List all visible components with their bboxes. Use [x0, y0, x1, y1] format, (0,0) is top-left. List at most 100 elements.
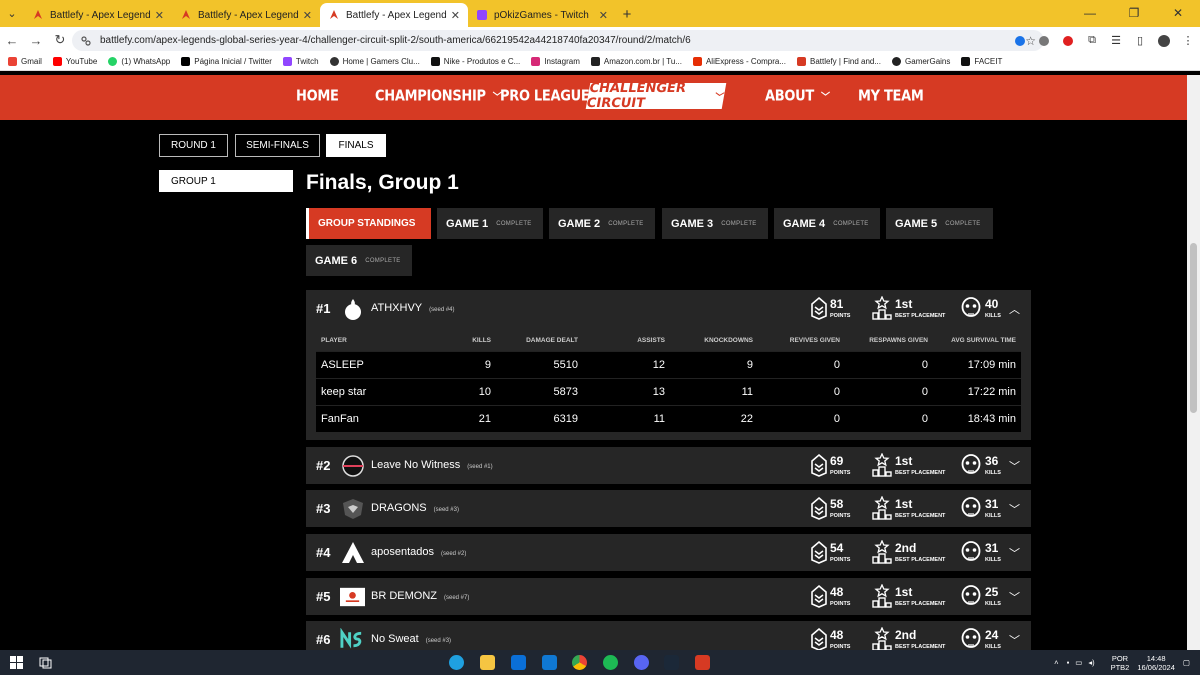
table-header: PLAYER KILLS DAMAGE DEALT ASSISTS KNOCKDOWNS… — [316, 329, 1021, 351]
best-placement-value: 1st — [895, 497, 913, 511]
edge-icon[interactable] — [449, 655, 464, 670]
tab-game-4[interactable]: GAME 4 COMPLETE — [774, 208, 880, 239]
team-row[interactable]: #2 Leave No Witness (seed #1) 69 POINTS 1st BE… — [306, 447, 1031, 484]
reading-list-icon[interactable]: ☰ — [1104, 34, 1128, 47]
reload-icon[interactable]: ↻ — [48, 32, 72, 48]
browser-tab-1[interactable]: Battlefy - Apex Legends Global ✕ — [24, 3, 172, 27]
network-icon[interactable]: ▭ — [1075, 658, 1082, 667]
bookmark-faceit[interactable]: FACEIT — [961, 57, 1002, 66]
nav-home[interactable]: HOME — [296, 88, 339, 105]
nav-my-team[interactable]: MY TEAM — [858, 88, 924, 105]
extension-opera-icon[interactable] — [1056, 35, 1080, 47]
nav-about[interactable]: ABOUT ﹀ — [765, 88, 830, 105]
nav-championship[interactable]: CHAMPIONSHIP ﹀ — [375, 88, 502, 105]
bookmark-twitch[interactable]: Twitch — [282, 57, 319, 66]
chevron-down-icon[interactable]: ﹀ — [1009, 589, 1020, 605]
tab-game-1[interactable]: GAME 1 COMPLETE — [437, 208, 543, 239]
tab-game-6[interactable]: GAME 6 COMPLETE — [306, 245, 412, 276]
bookmark-gamergains[interactable]: GamerGains — [892, 57, 950, 66]
forward-arrow-icon[interactable]: → — [24, 33, 48, 48]
browser-tab-3[interactable]: Battlefy - Apex Legends Global ✕ — [320, 3, 468, 27]
team-row[interactable]: #1 ATHXHVY (seed #4) 81 POINTS 1st BEST PLACEM… — [306, 290, 1031, 327]
file-explorer-icon[interactable] — [480, 655, 495, 670]
bookmark-aliexpress[interactable]: AliExpress - Compra... — [692, 57, 786, 66]
tab-game-5[interactable]: GAME 5 COMPLETE — [886, 208, 993, 239]
spotify-icon[interactable] — [603, 655, 618, 670]
battlefy-favicon-icon — [34, 10, 42, 19]
points-value: 48 — [830, 628, 844, 642]
column-header: KNOCKDOWNS — [704, 337, 753, 344]
tab-status: COMPLETE — [608, 220, 644, 227]
chevron-down-icon[interactable]: ﹀ — [1009, 458, 1020, 474]
back-arrow-icon[interactable]: ← — [0, 33, 24, 48]
nav-challenger-circuit[interactable]: CHALLENGER CIRCUIT ﹀ — [585, 81, 727, 111]
mail-icon[interactable] — [542, 655, 557, 670]
tray-expand-icon[interactable]: ˄ — [1054, 658, 1058, 667]
address-bar[interactable]: battlefy.com/apex-legends-global-series-… — [72, 30, 1044, 51]
browser-tab-2[interactable]: Battlefy - Apex Legends Global ✕ — [172, 3, 320, 27]
close-tab-icon[interactable]: ✕ — [155, 9, 164, 22]
stat-cell: 0 — [921, 413, 928, 425]
scrollbar-thumb[interactable] — [1190, 243, 1197, 413]
bookmark-instagram[interactable]: Instagram — [531, 57, 580, 66]
tab-group-standings[interactable]: GROUP STANDINGS — [306, 208, 431, 239]
round-tab-semi-finals[interactable]: SEMI-FINALS — [235, 134, 320, 157]
close-tab-icon[interactable]: ✕ — [451, 9, 460, 22]
chevron-down-icon[interactable]: ﹀ — [1009, 501, 1020, 517]
tab-label: GAME 3 — [671, 217, 714, 230]
clock[interactable]: 14:48 16/06/2024 — [1137, 654, 1175, 672]
chevron-up-icon[interactable]: ︿ — [1009, 301, 1020, 317]
browser-tab-4[interactable]: pOkizGames - Twitch ✕ — [468, 3, 616, 27]
volume-icon[interactable]: ◂) — [1088, 658, 1094, 667]
steam-icon[interactable] — [664, 655, 679, 670]
bookmark-gmail[interactable]: Gmail — [8, 57, 42, 66]
bookmark-amazon[interactable]: Amazon.com.br | Tu... — [590, 57, 682, 66]
restore-icon[interactable]: ❐ — [1112, 0, 1156, 27]
apex-icon[interactable] — [695, 655, 710, 670]
close-window-icon[interactable]: ✕ — [1156, 0, 1200, 27]
bookmark-battlefy[interactable]: Battlefy | Find and... — [797, 57, 881, 66]
round-tab-finals[interactable]: FINALS — [326, 134, 386, 157]
task-view-icon[interactable] — [38, 655, 53, 670]
notifications-icon[interactable]: ▢ — [1183, 658, 1190, 667]
points-label: POINTS — [830, 557, 851, 563]
extensions-puzzle-icon[interactable]: ⧉ — [1080, 34, 1104, 47]
extension-gray-icon[interactable] — [1032, 35, 1056, 47]
language-indicator[interactable]: POR PTB2 — [1111, 654, 1130, 672]
bookmark-nike[interactable]: Nike - Produtos e C... — [430, 57, 520, 66]
tab-game-2[interactable]: GAME 2 COMPLETE — [549, 208, 655, 239]
round-tab-round-1[interactable]: ROUND 1 — [159, 134, 228, 157]
tray-app-icon[interactable]: ▪ — [1067, 658, 1070, 667]
profile-avatar[interactable] — [1152, 34, 1176, 47]
bookmark-youtube[interactable]: YouTube — [52, 57, 97, 66]
chevron-down-icon[interactable]: ﹀ — [1009, 545, 1020, 561]
windows-start-icon[interactable] — [9, 655, 24, 670]
chevron-down-icon[interactable]: ﹀ — [1009, 632, 1020, 648]
team-row[interactable]: #5 BR DEMONZ (seed #7) 48 POINTS 1st BEST PLAC… — [306, 578, 1031, 615]
close-tab-icon[interactable]: ✕ — [599, 9, 608, 22]
browser-menu-icon[interactable]: ⋮ — [1176, 34, 1200, 47]
group-select[interactable]: GROUP 1 — [159, 170, 293, 192]
extension-blue-icon[interactable] — [1008, 35, 1032, 47]
team-rank: #4 — [316, 545, 331, 560]
bookmark-whatsapp[interactable]: (1) WhatsApp — [108, 57, 170, 66]
new-tab-button[interactable]: + — [616, 3, 638, 27]
chrome-icon[interactable] — [572, 655, 587, 670]
discord-icon[interactable] — [634, 655, 649, 670]
bookmark-gamersclub[interactable]: Home | Gamers Clu... — [329, 57, 420, 66]
tab-game-3[interactable]: GAME 3 COMPLETE — [662, 208, 768, 239]
team-name: BR DEMONZ (seed #7) — [371, 590, 469, 602]
store-icon[interactable] — [511, 655, 526, 670]
page-scrollbar[interactable] — [1187, 75, 1200, 650]
team-row[interactable]: #3 DRAGONS (seed #3) 58 POINTS 1st BEST PLACEM… — [306, 490, 1031, 527]
side-panel-icon[interactable]: ▯ — [1128, 34, 1152, 47]
stat-cell: 12 — [652, 359, 665, 371]
site-info-icon[interactable] — [80, 35, 92, 47]
bookmark-twitter[interactable]: Página Inicial / Twitter — [181, 57, 272, 66]
close-tab-icon[interactable]: ✕ — [303, 9, 312, 22]
url-text[interactable]: battlefy.com/apex-legends-global-series-… — [100, 35, 1025, 46]
minimize-icon[interactable]: — — [1068, 0, 1112, 27]
kills-label: KILLS — [985, 601, 1001, 607]
tab-search-button[interactable]: ⌄ — [0, 0, 24, 27]
team-row[interactable]: #4 aposentados (seed #2) 54 POINTS 2nd BEST PL… — [306, 534, 1031, 571]
